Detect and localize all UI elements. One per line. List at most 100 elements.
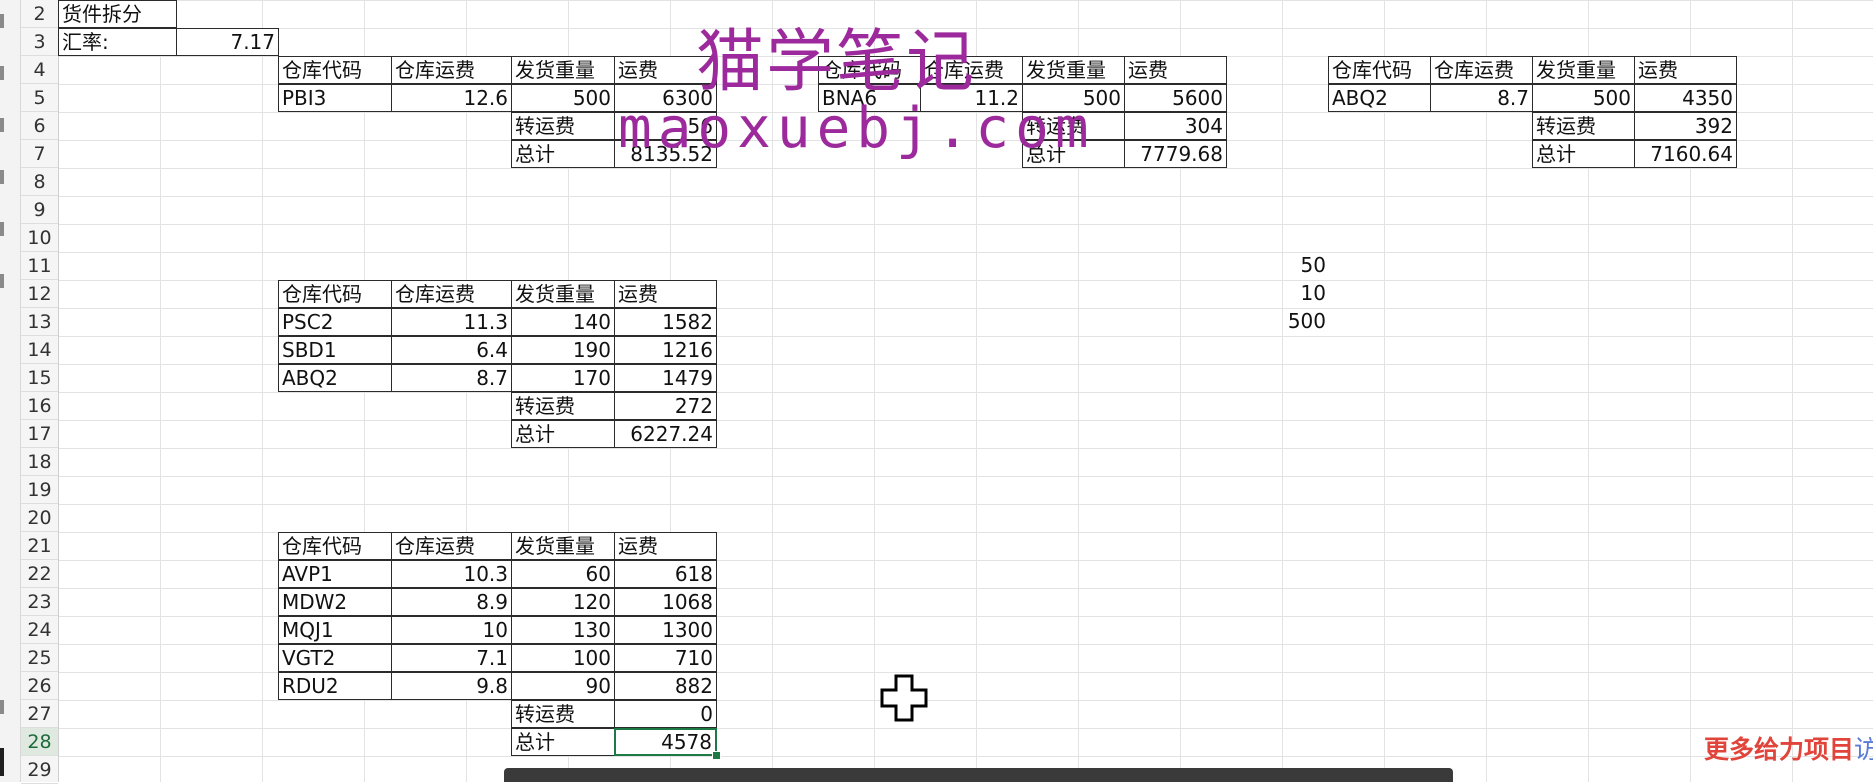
t5-fee[interactable]: 9.8 [391,672,512,700]
row-header[interactable]: 3 [21,28,58,56]
t5-fee[interactable]: 10.3 [391,560,512,588]
row-header[interactable]: 27 [21,700,58,728]
row-header[interactable]: 5 [21,84,58,112]
t5-code[interactable]: MDW2 [278,588,392,616]
t1-fee[interactable]: 12.6 [391,84,512,112]
t2-transfer-value[interactable]: 304 [1124,112,1227,140]
row-header[interactable]: 17 [21,420,58,448]
t5-fee[interactable]: 8.9 [391,588,512,616]
t5-weight[interactable]: 100 [511,644,615,672]
t2-total-value[interactable]: 7779.68 [1124,140,1227,168]
t5-weight[interactable]: 60 [511,560,615,588]
t5-freight[interactable]: 710 [614,644,717,672]
t5-freight[interactable]: 1068 [614,588,717,616]
row-header[interactable]: 13 [21,308,58,336]
t1-header-code[interactable]: 仓库代码 [278,56,392,84]
rate-value-cell[interactable]: 7.17 [176,28,279,56]
t3-fee[interactable]: 8.7 [1430,84,1533,112]
t3-transfer-label[interactable]: 转运费 [1532,112,1635,140]
t4-header-fee[interactable]: 仓库运费 [391,280,512,308]
row-header[interactable]: 6 [21,112,58,140]
t5-weight[interactable]: 120 [511,588,615,616]
t4-transfer-label[interactable]: 转运费 [511,392,615,420]
row-header[interactable]: 4 [21,56,58,84]
t4-header-code[interactable]: 仓库代码 [278,280,392,308]
row-header[interactable]: 26 [21,672,58,700]
t5-fee[interactable]: 7.1 [391,644,512,672]
row-header[interactable]: 2 [21,0,58,28]
t4-header-freight[interactable]: 运费 [614,280,717,308]
t3-code[interactable]: ABQ2 [1328,84,1431,112]
t3-weight[interactable]: 500 [1532,84,1635,112]
promo-text[interactable]: 更多给力项目访问 [1704,730,1873,766]
t4-header-weight[interactable]: 发货重量 [511,280,615,308]
t5-weight[interactable]: 130 [511,616,615,644]
t1-header-fee[interactable]: 仓库运费 [391,56,512,84]
row-header[interactable]: 12 [21,280,58,308]
t4-transfer-value[interactable]: 272 [614,392,717,420]
t3-total-label[interactable]: 总计 [1532,140,1635,168]
t4-fee[interactable]: 8.7 [391,364,512,392]
fill-handle[interactable] [712,751,721,760]
t4-weight[interactable]: 190 [511,336,615,364]
t2-freight[interactable]: 5600 [1124,84,1227,112]
t5-weight[interactable]: 90 [511,672,615,700]
t3-total-value[interactable]: 7160.64 [1634,140,1737,168]
t5-header-code[interactable]: 仓库代码 [278,532,392,560]
t2-header-freight[interactable]: 运费 [1124,56,1227,84]
t5-total-label[interactable]: 总计 [511,728,615,756]
row-header[interactable]: 29 [21,756,58,784]
t1-weight[interactable]: 500 [511,84,615,112]
t4-freight[interactable]: 1216 [614,336,717,364]
video-control-bar[interactable] [504,768,1453,782]
t4-total-value[interactable]: 6227.24 [614,420,717,448]
t4-code[interactable]: SBD1 [278,336,392,364]
t3-header-code[interactable]: 仓库代码 [1328,56,1431,84]
t5-header-fee[interactable]: 仓库运费 [391,532,512,560]
t4-code[interactable]: ABQ2 [278,364,392,392]
t4-total-label[interactable]: 总计 [511,420,615,448]
row-header[interactable]: 9 [21,196,58,224]
row-header[interactable]: 19 [21,476,58,504]
row-header[interactable]: 24 [21,616,58,644]
t3-header-fee[interactable]: 仓库运费 [1430,56,1533,84]
t4-fee[interactable]: 6.4 [391,336,512,364]
t1-code[interactable]: PBI3 [278,84,392,112]
row-header[interactable]: 14 [21,336,58,364]
row-header[interactable]: 15 [21,364,58,392]
t4-weight[interactable]: 140 [511,308,615,336]
t4-fee[interactable]: 11.3 [391,308,512,336]
t5-freight[interactable]: 882 [614,672,717,700]
title-cell[interactable]: 货件拆分 [58,0,177,28]
row-header-active[interactable]: 28 [21,728,58,756]
t5-fee[interactable]: 10 [391,616,512,644]
row-header[interactable]: 16 [21,392,58,420]
t1-total-label[interactable]: 总计 [511,140,615,168]
t5-header-weight[interactable]: 发货重量 [511,532,615,560]
t3-freight[interactable]: 4350 [1634,84,1737,112]
t5-header-freight[interactable]: 运费 [614,532,717,560]
row-header[interactable]: 10 [21,224,58,252]
row-header[interactable]: 18 [21,448,58,476]
t5-transfer-value[interactable]: 0 [614,700,717,728]
t4-weight[interactable]: 170 [511,364,615,392]
loose-value-cell[interactable]: 50 [1226,252,1329,280]
t5-code[interactable]: VGT2 [278,644,392,672]
row-header[interactable]: 22 [21,560,58,588]
row-header-column[interactable]: 2 3 4 5 6 7 8 9 10 11 12 13 14 15 16 17 … [21,0,59,784]
t5-code[interactable]: RDU2 [278,672,392,700]
t4-freight[interactable]: 1479 [614,364,717,392]
t2-header-weight[interactable]: 发货重量 [1022,56,1125,84]
t1-transfer-label[interactable]: 转运费 [511,112,615,140]
row-header[interactable]: 25 [21,644,58,672]
t5-transfer-label[interactable]: 转运费 [511,700,615,728]
t4-freight[interactable]: 1582 [614,308,717,336]
t4-code[interactable]: PSC2 [278,308,392,336]
t3-header-weight[interactable]: 发货重量 [1532,56,1635,84]
t3-header-freight[interactable]: 运费 [1634,56,1737,84]
row-header[interactable]: 21 [21,532,58,560]
row-header[interactable]: 20 [21,504,58,532]
t5-freight[interactable]: 1300 [614,616,717,644]
row-header[interactable]: 23 [21,588,58,616]
t1-header-weight[interactable]: 发货重量 [511,56,615,84]
